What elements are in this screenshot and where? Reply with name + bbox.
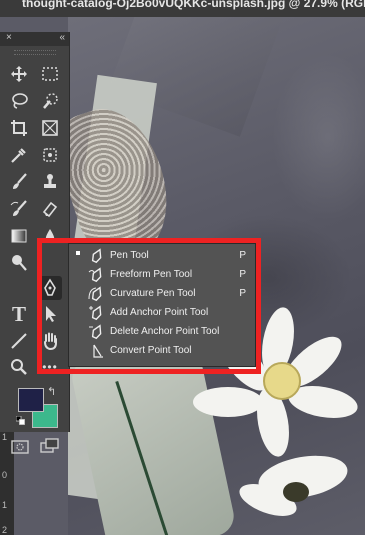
eyedropper-icon bbox=[11, 148, 26, 163]
crop-tool[interactable] bbox=[7, 116, 31, 140]
tools-panel-header: × « bbox=[0, 32, 69, 46]
zoom-icon bbox=[11, 359, 27, 375]
ruler-tick: 0 bbox=[2, 470, 8, 480]
quick-selection-tool[interactable] bbox=[38, 89, 62, 113]
gradient-tool[interactable] bbox=[7, 224, 31, 248]
default-colors-icon[interactable] bbox=[16, 416, 25, 425]
stamp-icon bbox=[44, 174, 56, 188]
frame-tool[interactable] bbox=[38, 116, 62, 140]
zoom-tool[interactable] bbox=[7, 355, 31, 379]
foreground-color-swatch[interactable] bbox=[18, 388, 44, 412]
type-icon: T bbox=[11, 301, 26, 326]
close-panel-button[interactable]: × bbox=[6, 32, 12, 43]
clone-stamp-tool[interactable] bbox=[38, 170, 62, 194]
eyedropper-tool[interactable] bbox=[7, 143, 31, 167]
move-tool[interactable] bbox=[7, 62, 31, 86]
dodge-icon bbox=[12, 255, 27, 271]
eraser-icon bbox=[42, 201, 58, 218]
lasso-tool[interactable] bbox=[7, 89, 31, 113]
line-tool[interactable] bbox=[7, 329, 31, 353]
highlight-annotation bbox=[37, 238, 261, 374]
move-icon bbox=[11, 66, 27, 82]
spot-healing-tool[interactable] bbox=[38, 143, 62, 167]
daisy-flower-2 bbox=[235, 449, 365, 535]
line-icon bbox=[11, 333, 27, 349]
quick-mask-icon[interactable] bbox=[11, 440, 29, 454]
ruler-tick: 2 bbox=[2, 525, 8, 535]
crop-icon bbox=[11, 120, 27, 136]
healing-icon bbox=[43, 148, 57, 162]
document-title: thought-catalog-Oj2Bo0vUQKKc-unsplash.jp… bbox=[22, 0, 365, 10]
rectangular-marquee-tool[interactable] bbox=[38, 62, 62, 86]
document-tab[interactable]: thought-catalog-Oj2Bo0vUQKKc-unsplash.jp… bbox=[0, 0, 365, 17]
dodge-tool[interactable] bbox=[7, 251, 31, 275]
type-tool[interactable]: T bbox=[7, 302, 31, 326]
brush-icon bbox=[13, 173, 27, 189]
panel-grip[interactable] bbox=[14, 50, 56, 55]
screen-mode-icon[interactable] bbox=[40, 438, 60, 454]
swap-colors-icon[interactable]: ↰ bbox=[47, 385, 56, 398]
lasso-icon bbox=[12, 93, 28, 109]
eraser-tool[interactable] bbox=[38, 197, 62, 221]
gradient-icon bbox=[11, 229, 27, 243]
marquee-icon bbox=[42, 67, 58, 81]
brush-tool[interactable] bbox=[7, 170, 31, 194]
quick-selection-icon bbox=[43, 93, 58, 109]
collapse-panel-button[interactable]: « bbox=[59, 32, 64, 43]
history-brush-tool[interactable] bbox=[7, 197, 31, 221]
frame-icon bbox=[42, 120, 58, 136]
ruler-tick: 1 bbox=[2, 500, 8, 510]
ruler-tick: 1 bbox=[2, 432, 8, 442]
history-brush-icon bbox=[10, 200, 27, 216]
